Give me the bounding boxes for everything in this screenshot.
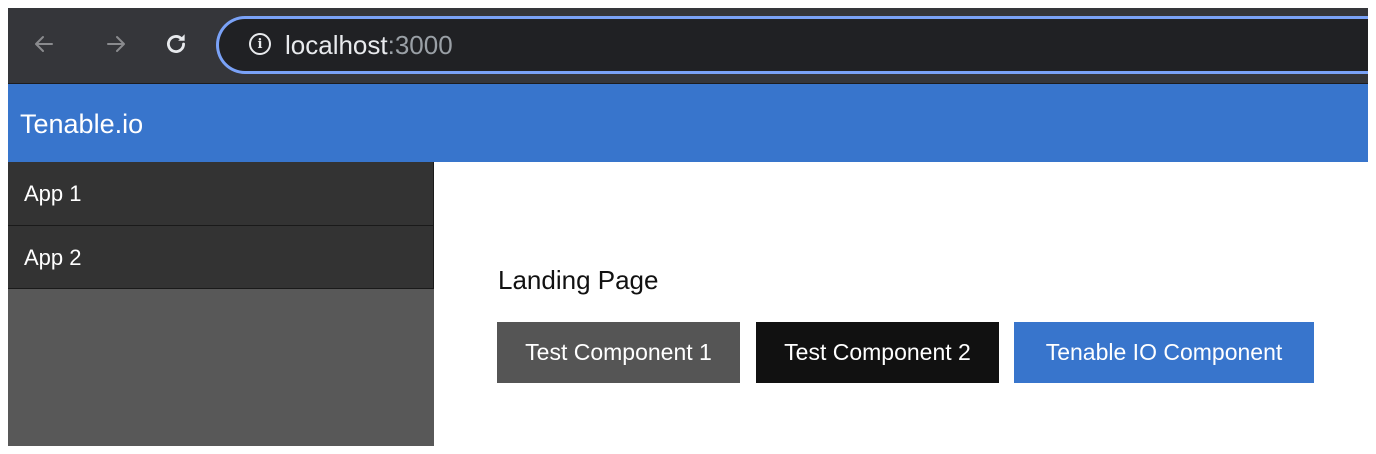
browser-toolbar: i localhost:3000: [8, 8, 1368, 84]
page-title: Landing Page: [498, 265, 659, 295]
url-host: localhost: [285, 30, 388, 60]
test-component-1-button[interactable]: Test Component 1: [497, 322, 740, 383]
tenable-io-component-button[interactable]: Tenable IO Component: [1014, 322, 1314, 383]
app-title[interactable]: Tenable.io: [20, 108, 143, 140]
reload-icon: [167, 34, 185, 53]
url-text[interactable]: localhost:3000: [285, 29, 453, 61]
sidebar-item-app-1[interactable]: App 1: [8, 162, 434, 226]
test-component-2-button[interactable]: Test Component 2: [756, 322, 999, 383]
sidebar-item-app-2[interactable]: App 2: [8, 226, 434, 289]
url-port: :3000: [387, 30, 453, 60]
browser-window: i localhost:3000 Tenable.io App 1 App 2 …: [8, 8, 1368, 446]
info-icon[interactable]: i: [249, 33, 271, 55]
back-button[interactable]: [26, 26, 62, 62]
forward-button[interactable]: [98, 26, 134, 62]
arrow-left-icon: [35, 36, 53, 52]
arrow-right-icon: [107, 36, 125, 52]
main-content: Landing Page Test Component 1 Test Compo…: [434, 162, 1368, 446]
sidebar: App 1 App 2: [8, 162, 434, 446]
app-header: Tenable.io: [8, 84, 1368, 162]
reload-button[interactable]: [158, 26, 194, 62]
address-bar[interactable]: i localhost:3000: [216, 16, 1368, 74]
